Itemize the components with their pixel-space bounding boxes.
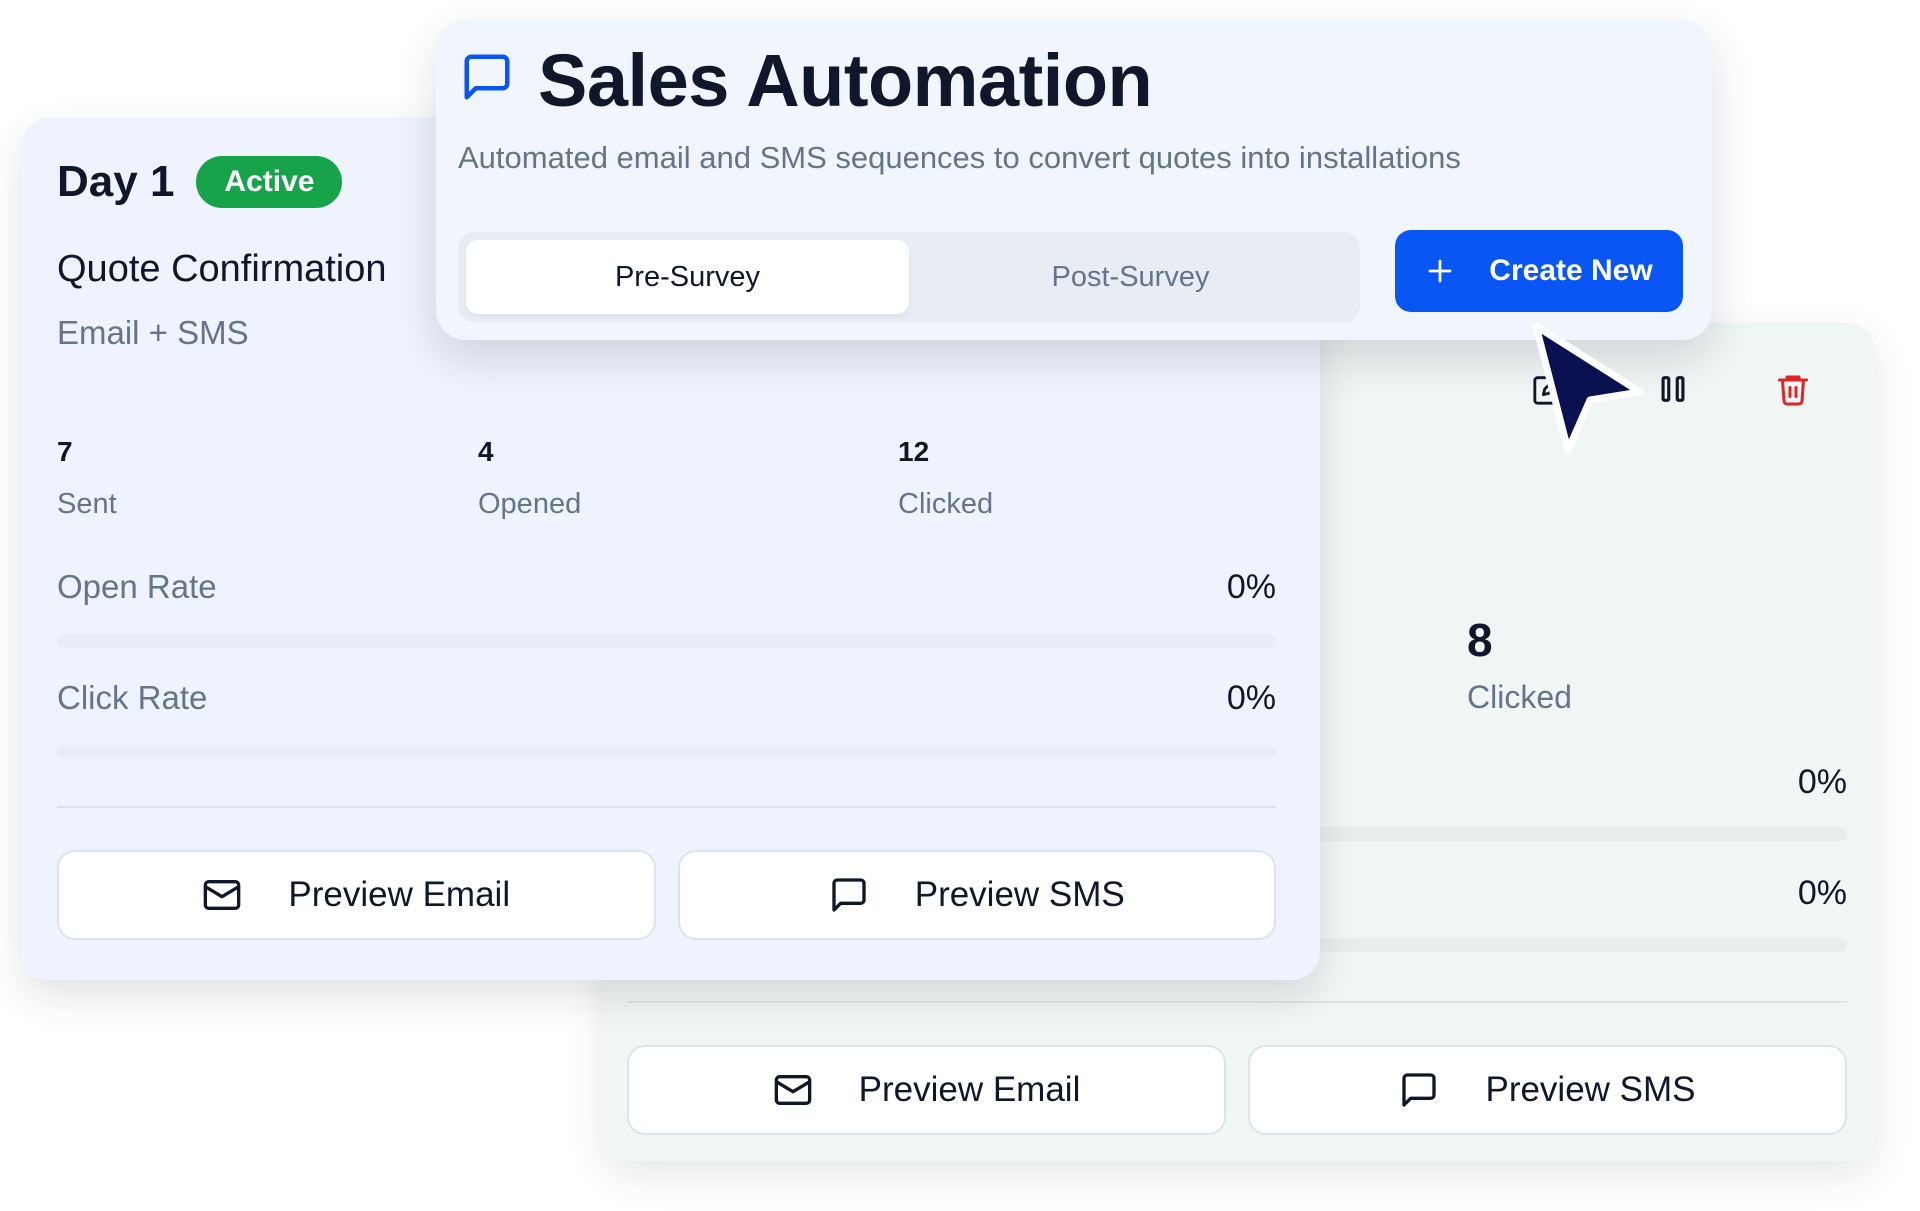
plus-icon <box>1428 259 1452 283</box>
clicked-label: Clicked <box>1467 679 1572 715</box>
sequence-channel: Email + SMS <box>57 314 249 351</box>
sequence-tabs: Pre-Survey Post-Survey <box>458 232 1360 322</box>
create-new-label: Create New <box>1489 254 1653 287</box>
sequence-title: Quote Confirmation <box>57 248 387 290</box>
create-new-button[interactable]: Create New <box>1395 230 1683 312</box>
status-badge: Active <box>196 156 343 208</box>
preview-email-label: Preview Email <box>288 875 511 914</box>
click-rate-value: 0% <box>1226 679 1276 717</box>
stat-label: Clicked <box>898 488 994 520</box>
divider <box>627 1001 1847 1003</box>
tab-pre-survey[interactable]: Pre-Survey <box>466 240 909 314</box>
stage: 8 Clicked 0% 0% Preview Email Preview SM… <box>0 0 1920 1211</box>
delete-button[interactable] <box>1769 365 1817 413</box>
stat-value: 7 <box>57 436 73 467</box>
preview-email-button[interactable]: Preview Email <box>57 850 656 940</box>
clicked-count: 8 <box>1467 614 1493 666</box>
open-rate-value: 0% <box>1797 763 1847 801</box>
stat-label: Sent <box>57 488 117 520</box>
message-icon <box>1402 1073 1437 1107</box>
click-rate-label: Click Rate <box>57 679 208 716</box>
tab-post-survey[interactable]: Post-Survey <box>909 240 1352 314</box>
divider <box>57 806 1276 808</box>
mail-icon <box>204 880 241 910</box>
day-header: Day 1 Active <box>57 156 343 208</box>
automation-header: Sales Automation Automated email and SMS… <box>436 20 1712 340</box>
page-subtitle: Automated email and SMS sequences to con… <box>458 140 1461 175</box>
preview-buttons: Preview Email Preview SMS <box>627 1045 1847 1135</box>
stat-sent: 7 Sent <box>57 436 117 521</box>
stat-label: Opened <box>478 488 582 520</box>
open-rate-bar <box>57 634 1276 648</box>
day-label: Day 1 <box>57 157 175 206</box>
click-rate-bar <box>57 745 1276 759</box>
stat-value: 4 <box>478 436 494 467</box>
page-title: Sales Automation <box>538 39 1153 122</box>
preview-sms-button[interactable]: Preview SMS <box>1248 1045 1847 1135</box>
preview-buttons: Preview Email Preview SMS <box>57 850 1276 940</box>
mail-icon <box>774 1075 811 1105</box>
message-icon <box>832 878 866 912</box>
message-icon <box>464 54 510 100</box>
preview-email-button[interactable]: Preview Email <box>627 1045 1226 1135</box>
open-rate-label: Open Rate <box>57 568 217 605</box>
click-rate-value: 0% <box>1797 874 1847 912</box>
stat-clicked: 12 Clicked <box>898 436 993 521</box>
preview-sms-button[interactable]: Preview SMS <box>677 850 1276 940</box>
stat-value: 12 <box>898 436 930 467</box>
preview-sms-label: Preview SMS <box>1485 1070 1696 1109</box>
preview-sms-label: Preview SMS <box>914 875 1125 914</box>
open-rate-value: 0% <box>1226 568 1276 606</box>
pause-icon <box>1661 376 1685 402</box>
trash-icon <box>1778 375 1808 406</box>
stat-opened: 4 Opened <box>478 436 581 521</box>
cursor-icon <box>1532 322 1644 454</box>
preview-email-label: Preview Email <box>858 1070 1081 1109</box>
